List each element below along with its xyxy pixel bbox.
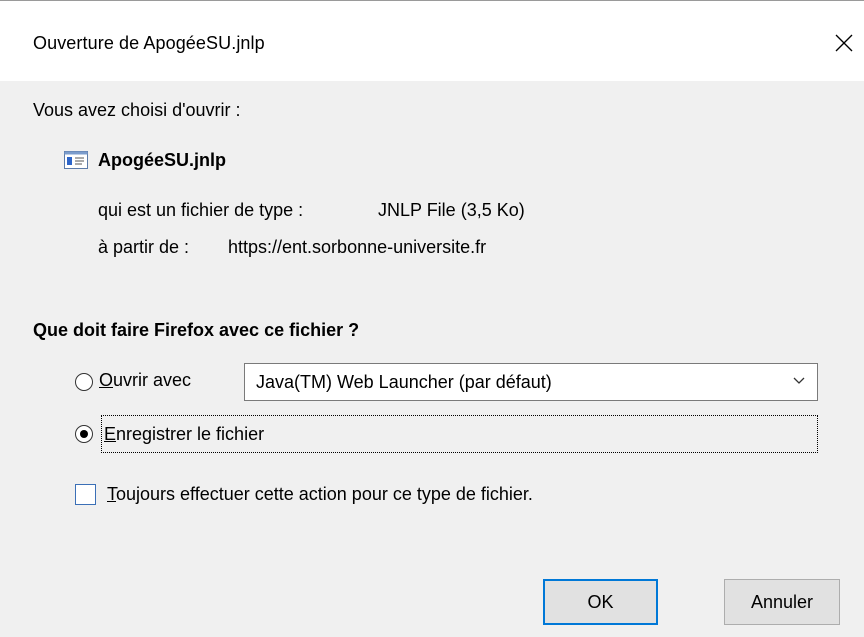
- save-file-mnemonic: E: [104, 424, 117, 444]
- file-type-value: JNLP File (3,5 Ko): [378, 200, 525, 220]
- dialog-title: Ouverture de ApogéeSU.jnlp: [33, 33, 265, 53]
- intro-text: Vous avez choisi d'ouvrir :: [33, 100, 241, 120]
- open-with-label-text: uvrir avec: [113, 370, 192, 390]
- close-button[interactable]: [824, 23, 864, 63]
- open-with-label[interactable]: Ouvrir avec: [99, 370, 191, 391]
- save-file-radio[interactable]: [75, 425, 93, 443]
- save-file-label-text: nregistrer le fichier: [116, 424, 265, 444]
- file-type-label: qui est un fichier de type :: [98, 200, 304, 220]
- always-do-this-label[interactable]: Toujours effectuer cette action pour ce …: [107, 484, 533, 505]
- always-do-this-mnemonic: T: [107, 484, 116, 504]
- save-file-focus-box[interactable]: Enregistrer le fichier: [101, 415, 818, 453]
- always-do-this-checkbox[interactable]: [75, 484, 96, 505]
- action-question: Que doit faire Firefox avec ce fichier ?: [33, 320, 360, 340]
- application-select[interactable]: Java(TM) Web Launcher (par défaut): [244, 363, 818, 401]
- source-url: https://ent.sorbonne-universite.fr: [228, 237, 487, 257]
- ok-button[interactable]: OK: [543, 579, 658, 625]
- file-icon: [64, 151, 88, 169]
- open-with-mnemonic: O: [99, 370, 114, 390]
- open-with-radio[interactable]: [75, 373, 93, 391]
- always-do-this-label-text: oujours effectuer cette action pour ce t…: [116, 484, 533, 504]
- title-bar: Ouverture de ApogéeSU.jnlp: [0, 0, 864, 81]
- source-label: à partir de :: [98, 237, 190, 257]
- chevron-down-icon: [793, 377, 805, 384]
- file-name: ApogéeSU.jnlp: [98, 150, 227, 170]
- close-icon: [835, 34, 853, 52]
- cancel-button[interactable]: Annuler: [724, 579, 840, 625]
- save-file-label: Enregistrer le fichier: [104, 424, 264, 445]
- application-select-value: Java(TM) Web Launcher (par défaut): [256, 372, 552, 392]
- radio-selected-dot: [80, 430, 88, 438]
